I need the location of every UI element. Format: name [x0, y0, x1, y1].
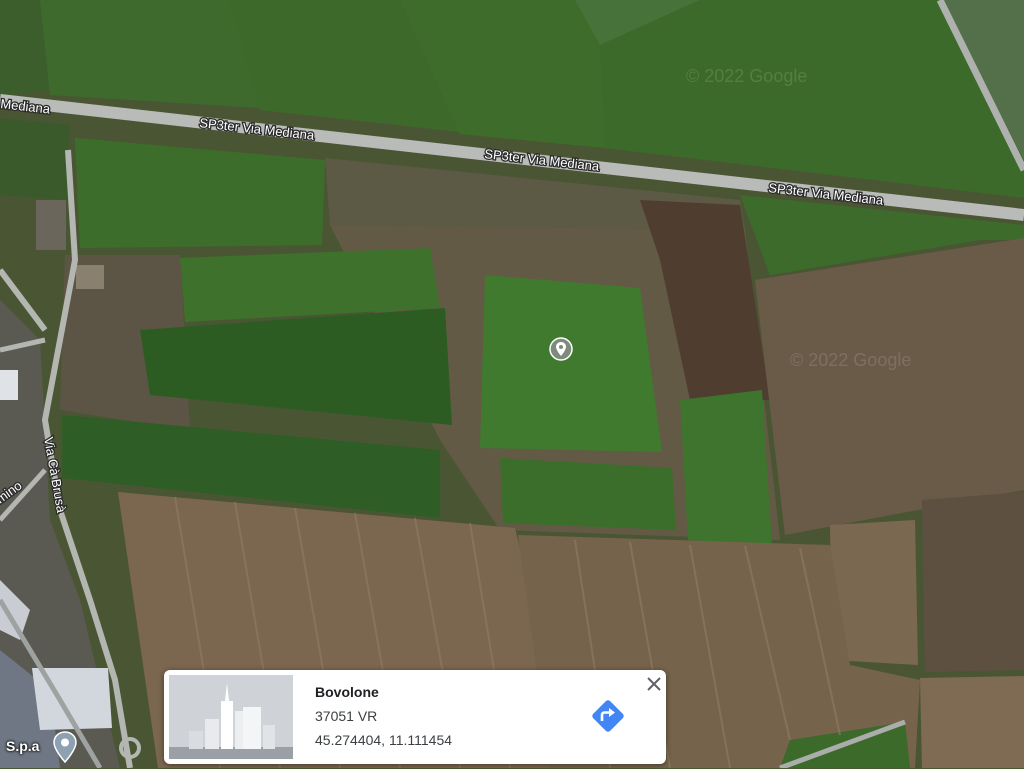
close-icon	[647, 677, 661, 691]
watermark: © 2022 Google	[686, 66, 807, 86]
place-postal-code: 37051 VR	[315, 708, 378, 724]
field	[755, 238, 1024, 535]
place-thumbnail[interactable]	[169, 675, 293, 759]
building	[0, 370, 18, 400]
poi-pin-icon[interactable]	[52, 730, 78, 764]
place-coordinates[interactable]: 45.274404, 11.111454	[315, 732, 452, 748]
close-button[interactable]	[643, 673, 665, 695]
location-pin-icon[interactable]	[548, 336, 574, 362]
directions-icon	[592, 700, 624, 732]
map-satellite-view[interactable]: Mediana SP3ter Via Mediana SP3ter Via Me…	[0, 0, 1024, 768]
building	[76, 265, 104, 289]
field	[920, 676, 1024, 768]
field	[500, 458, 676, 530]
directions-button[interactable]	[588, 696, 628, 736]
field	[480, 275, 662, 452]
field	[0, 118, 70, 200]
building	[36, 200, 66, 250]
place-title: Bovolone	[315, 684, 379, 700]
poi-label[interactable]: S.p.a	[6, 738, 39, 754]
field	[922, 492, 1024, 672]
field	[40, 0, 260, 108]
place-info-card[interactable]: Bovolone 37051 VR 45.274404, 11.111454	[164, 670, 666, 764]
watermark: © 2022 Google	[790, 350, 911, 370]
field	[680, 390, 772, 545]
